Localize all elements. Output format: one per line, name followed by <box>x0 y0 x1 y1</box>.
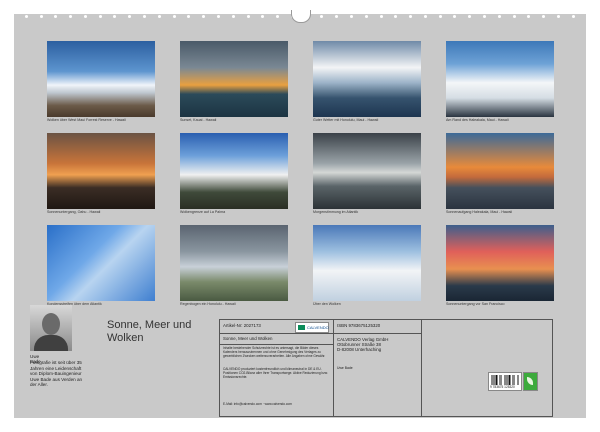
photo-caption: Sunset, Kauai - Hawaii <box>180 118 217 122</box>
info-subtitle: Sonne, Meer und Wolken <box>223 336 273 341</box>
photo-image <box>446 225 554 301</box>
calendar-title: Sonne, Meer und Wolken <box>107 319 192 344</box>
divider <box>220 333 421 334</box>
photo-tile[interactable]: Kondensstreifen über dem Atlantik <box>47 225 155 306</box>
photo-image <box>313 41 421 117</box>
photo-image <box>47 133 155 209</box>
photo-tile[interactable]: Über den Wolken <box>313 225 421 306</box>
barcode-bars <box>491 375 519 385</box>
logo-text: CALVENDO <box>307 325 329 330</box>
photo-tile[interactable]: Sunset, Kauai - Hawaii <box>180 41 288 122</box>
calvendo-logo: CALVENDO <box>295 322 329 333</box>
contact-email: E-Mail: info@calvendo.com · www.calvendo… <box>223 402 292 406</box>
photo-image <box>47 41 155 117</box>
photo-caption: Wolken über West Maui Forrest Reserve - … <box>47 118 126 122</box>
logo-mark <box>298 325 305 330</box>
eco-leaf-icon <box>523 372 538 391</box>
portrait-shoulders <box>34 335 68 351</box>
photo-tile[interactable]: Regenbogen ein Honolulu - Hawaii <box>180 225 288 306</box>
photo-image <box>313 133 421 209</box>
photo-image <box>446 41 554 117</box>
publisher-city: D-82008 Unterhaching <box>337 347 382 352</box>
photo-tile[interactable]: Guter Wetter mit Honolulu, Maui - Hawaii <box>313 41 421 122</box>
photo-image <box>180 41 288 117</box>
photo-caption: Über den Wolken <box>313 302 341 306</box>
photo-tile[interactable]: Am Rand des Haleakala, Maui - Hawaii <box>446 41 554 122</box>
copyright-text: Inhalte bestehender Schutzrechte ist es … <box>223 346 326 358</box>
eco-text: CALVENDO produziert kostenfreundlich und… <box>223 367 328 379</box>
photo-tile[interactable]: Wolkengrenze auf La Palma <box>180 133 288 214</box>
divider <box>421 320 422 416</box>
isbn: ISBN 9783675125320 <box>337 323 381 328</box>
photo-tile[interactable]: Morgenstimmung im Atlantik <box>313 133 421 214</box>
photo-image <box>47 225 155 301</box>
photo-tile[interactable]: Wolken über West Maui Forrest Reserve - … <box>47 41 155 122</box>
author-portrait <box>30 305 72 351</box>
barcode: 9 783675 125320 <box>488 372 522 391</box>
barcode-number: 9 783675 125320 <box>490 385 515 389</box>
divider <box>333 320 334 416</box>
article-number: Artikel-Nr: 2027173 <box>223 323 261 328</box>
author-bio: Fotografie ist seit über 35 Jahren eine … <box>30 360 83 388</box>
photo-tile[interactable]: Sonnenuntergang, Oahu - Hawaii <box>47 133 155 214</box>
divider <box>220 344 333 345</box>
portrait-head <box>42 313 60 335</box>
photo-tile[interactable]: Sonnenaufgang Haleakala, Maui - Hawaii <box>446 133 554 214</box>
photo-caption: Regenbogen ein Honolulu - Hawaii <box>180 302 236 306</box>
photo-caption: Am Rand des Haleakala, Maui - Hawaii <box>446 118 509 122</box>
photo-caption: Morgenstimmung im Atlantik <box>313 210 359 214</box>
photo-caption: Sonnenuntergang, Oahu - Hawaii <box>47 210 101 214</box>
leaf-mark <box>527 377 533 385</box>
photo-caption: Guter Wetter mit Honolulu, Maui - Hawaii <box>313 118 379 122</box>
photo-caption: Wolkengrenze auf La Palma <box>180 210 226 214</box>
photo-caption: Sonnenaufgang Haleakala, Maui - Hawaii <box>446 210 513 214</box>
info-author: Uwe Bade <box>337 366 353 370</box>
photo-image <box>180 133 288 209</box>
photo-image <box>313 225 421 301</box>
info-box: Artikel-Nr: 2027173 CALVENDO Sonne, Meer… <box>219 319 553 417</box>
photo-caption: Sonnenuntergang vor San Francisco <box>446 302 505 306</box>
photo-image <box>180 225 288 301</box>
photo-tile[interactable]: Sonnenuntergang vor San Francisco <box>446 225 554 306</box>
photo-image <box>446 133 554 209</box>
